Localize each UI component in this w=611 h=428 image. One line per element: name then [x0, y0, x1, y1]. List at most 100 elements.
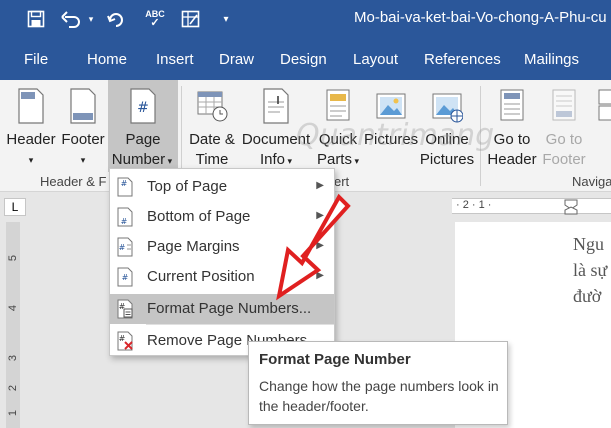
chevron-down-icon: ▾ — [351, 156, 360, 166]
tab-references[interactable]: References — [424, 51, 501, 68]
header-label: Header — [6, 131, 56, 148]
chevron-right-icon: ▶ — [316, 180, 324, 191]
doc-text-line: Ngu — [573, 234, 604, 254]
chevron-right-icon: ▶ — [316, 240, 324, 251]
redo-icon[interactable] — [106, 8, 128, 30]
pictures-label: Pictures — [364, 131, 419, 148]
footer-label: Footer — [61, 131, 105, 148]
go-to-header-label-line1: Go to — [493, 131, 531, 148]
tab-insert[interactable]: Insert — [156, 51, 194, 68]
undo-dropdown-icon[interactable]: ▾ — [86, 8, 96, 30]
go-to-header-icon — [500, 89, 524, 121]
menu-divider — [146, 324, 334, 325]
go-to-header-label-line2: Header — [487, 151, 537, 168]
tab-mailings[interactable]: Mailings — [524, 51, 579, 68]
group-label-insert: ert — [334, 174, 350, 189]
group-label-header-footer: Header & F — [40, 174, 107, 189]
ruler-marks: · 2 · 1 · — [456, 199, 492, 211]
quick-parts-label-line1: Quick — [318, 131, 358, 148]
document-info-label-line1: Document — [241, 131, 311, 148]
tab-design[interactable]: Design — [280, 51, 327, 68]
go-to-header-button[interactable]: Go to Header — [484, 80, 540, 172]
remove-page-numbers-icon: # — [117, 331, 133, 351]
header-button[interactable]: Header ▾ — [4, 80, 58, 172]
ruler-tick: 1 — [7, 409, 19, 417]
chevron-down-icon: ▾ — [80, 155, 86, 165]
tab-file[interactable]: File — [24, 51, 48, 68]
svg-text:#: # — [119, 334, 126, 343]
page-number-label-line2: Number — [111, 151, 166, 168]
previous-section-button[interactable] — [592, 80, 611, 172]
footer-icon — [70, 88, 96, 124]
table-icon[interactable] — [180, 8, 202, 30]
online-pictures-button[interactable]: Online Pictures — [418, 80, 476, 172]
menu-item-label: Bottom of Page — [147, 208, 251, 225]
tab-selector[interactable]: L — [4, 198, 26, 216]
footer-button[interactable]: Footer ▾ — [60, 80, 106, 172]
menu-item-label: Format Page Numbers... — [147, 300, 312, 317]
document-title: Mo-bai-va-ket-bai-Vo-chong-A-Phu-cu — [354, 9, 607, 26]
ruler-tick: 5 — [7, 254, 19, 262]
tooltip-body: Change how the page numbers look in the … — [259, 378, 499, 414]
quick-parts-icon — [326, 89, 350, 121]
group-separator — [480, 86, 481, 186]
calendar-clock-icon — [197, 91, 228, 122]
chevron-down-icon: ▾ — [165, 156, 173, 166]
tab-draw[interactable]: Draw — [219, 51, 254, 68]
spelling-icon[interactable]: ABC ✓ — [142, 8, 168, 30]
customize-qat-icon[interactable]: ▾ — [220, 8, 232, 30]
go-to-footer-label-line2: Footer — [542, 151, 586, 168]
horizontal-ruler[interactable]: · 2 · 1 · — [452, 198, 611, 215]
menu-item-label: Current Position — [147, 268, 255, 285]
undo-icon[interactable] — [60, 8, 82, 30]
indent-marker-icon[interactable] — [564, 199, 578, 215]
menu-item-format-page-numbers[interactable]: # Format Page Numbers... — [110, 294, 334, 324]
chevron-down-icon: ▾ — [285, 156, 293, 166]
menu-item-bottom-of-page[interactable]: # Bottom of Page ▶ — [110, 202, 334, 232]
ruler-tick: 3 — [7, 354, 19, 362]
quick-parts-label-line2: Parts — [316, 151, 352, 168]
page-number-menu: # Top of Page ▶ # Bottom of Page ▶ # Pag… — [109, 168, 335, 356]
online-pictures-label-line2: Pictures — [419, 151, 475, 168]
svg-text:#: # — [121, 179, 128, 188]
menu-item-label: Top of Page — [147, 178, 228, 195]
page-number-label-line1: Page — [125, 131, 161, 148]
pictures-button[interactable]: Pictures — [364, 80, 418, 172]
vertical-ruler[interactable]: 5 4 3 2 1 — [6, 222, 20, 428]
save-icon[interactable] — [26, 8, 46, 30]
tooltip-title: Format Page Number — [259, 351, 411, 368]
go-to-footer-button[interactable]: Go to Footer — [540, 80, 588, 172]
group-label-navigation: Naviga — [572, 174, 611, 189]
format-page-numbers-icon: # — [117, 299, 133, 319]
online-pictures-icon — [432, 93, 463, 123]
chevron-down-icon: ▾ — [28, 155, 34, 165]
date-time-label-line1: Date & — [189, 131, 235, 148]
ruler-tick: 4 — [7, 304, 19, 312]
online-pictures-label-line1: Online — [425, 131, 469, 148]
chevron-right-icon: ▶ — [316, 210, 324, 221]
tab-layout[interactable]: Layout — [353, 51, 398, 68]
page-number-icon: # — [130, 88, 156, 124]
ribbon-tabs: File Home Insert Draw Design Layout Refe… — [0, 40, 611, 80]
document-info-label-line2: Info — [259, 151, 285, 168]
go-to-footer-icon — [552, 89, 576, 121]
page-top-icon: # — [117, 177, 133, 197]
tab-home[interactable]: Home — [87, 51, 127, 68]
menu-item-label: Page Margins — [147, 238, 240, 255]
page-number-button[interactable]: # Page Number ▾ — [108, 80, 178, 172]
svg-text:#: # — [122, 273, 129, 282]
ruler-tick: 2 — [7, 384, 19, 392]
header-icon — [18, 88, 44, 124]
menu-item-current-position[interactable]: # Current Position ▶ — [110, 262, 334, 292]
menu-item-top-of-page[interactable]: # Top of Page ▶ — [110, 172, 334, 202]
page-bottom-icon: # — [117, 207, 133, 227]
menu-item-page-margins[interactable]: # Page Margins ▶ — [110, 232, 334, 262]
tooltip: Format Page Number Change how the page n… — [248, 341, 508, 425]
doc-text-line: là sự — [573, 260, 608, 280]
svg-text:#: # — [121, 217, 128, 226]
quick-parts-button[interactable]: Quick Parts ▾ — [312, 80, 364, 172]
document-info-button[interactable]: Document Info ▾ — [240, 80, 312, 172]
date-time-button[interactable]: Date & Time — [184, 80, 240, 172]
doc-text-line: đườ — [573, 286, 602, 306]
go-to-footer-label-line1: Go to — [545, 131, 583, 148]
